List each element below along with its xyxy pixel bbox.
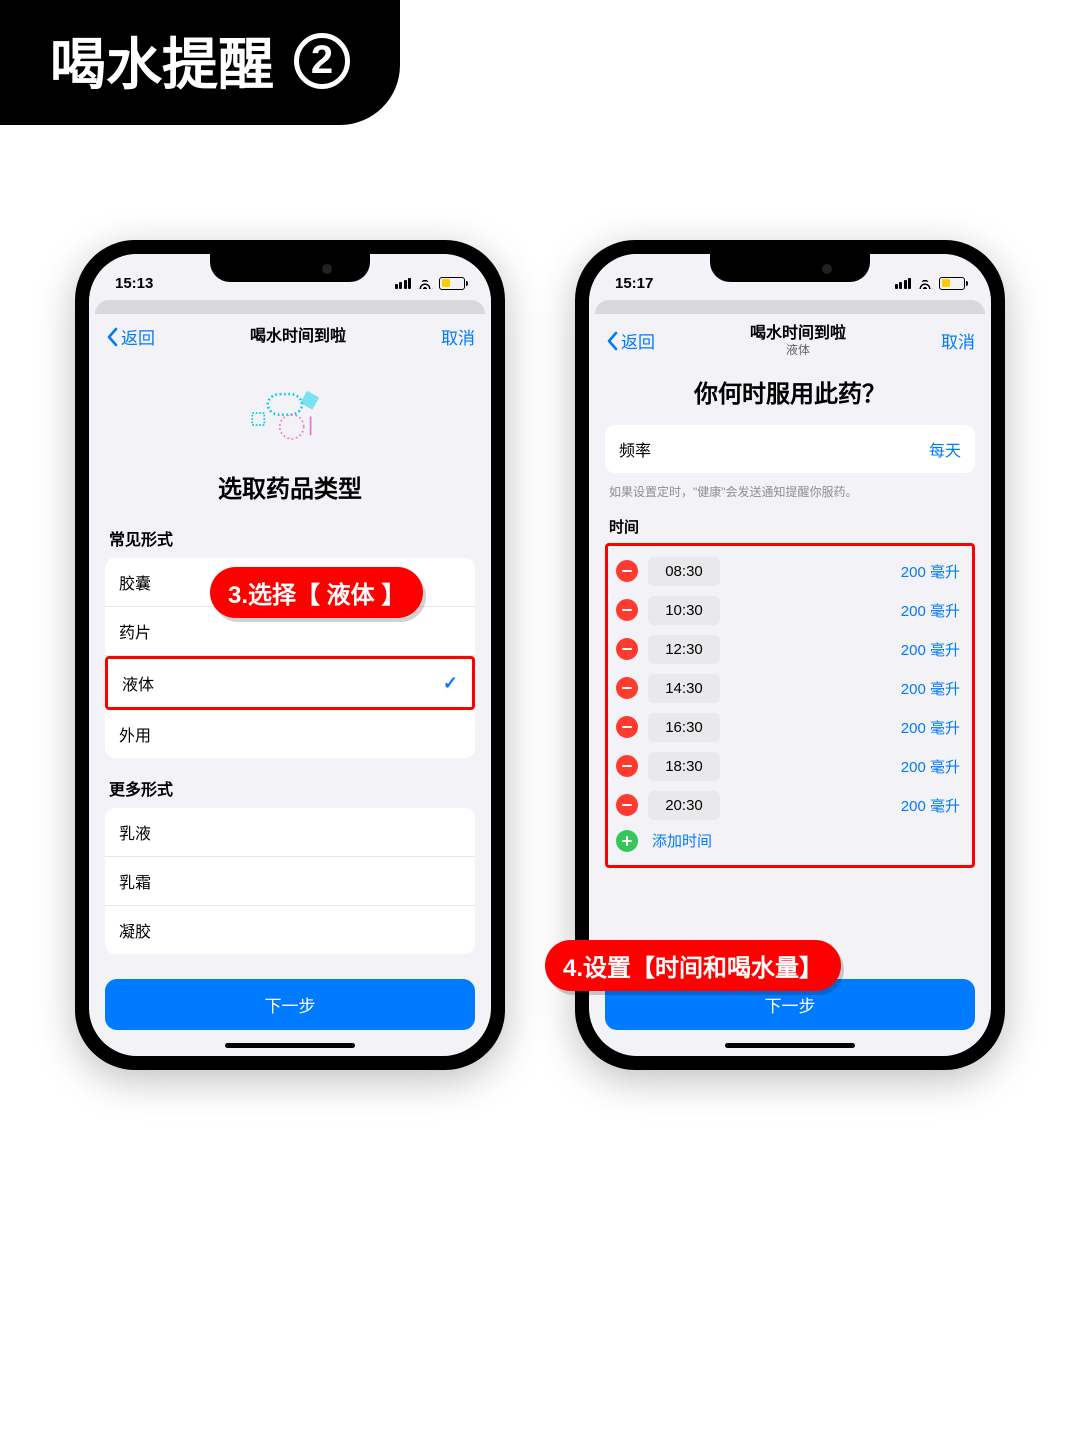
list-item[interactable]: 凝胶 bbox=[105, 906, 475, 954]
sheet-background-peek bbox=[595, 300, 985, 314]
list-item[interactable]: 乳霜 bbox=[105, 857, 475, 906]
wifi-icon bbox=[417, 277, 433, 289]
time-row: 10:30 200 毫升 bbox=[616, 591, 964, 630]
back-label: 返回 bbox=[621, 328, 655, 353]
dose-value[interactable]: 200 毫升 bbox=[901, 717, 960, 738]
next-button[interactable]: 下一步 bbox=[105, 979, 475, 1030]
time-row: 18:30 200 毫升 bbox=[616, 747, 964, 786]
delete-time-button[interactable] bbox=[616, 755, 638, 777]
dose-value[interactable]: 200 毫升 bbox=[901, 600, 960, 621]
time-value[interactable]: 12:30 bbox=[648, 635, 720, 664]
dose-value[interactable]: 200 毫升 bbox=[901, 795, 960, 816]
delete-time-button[interactable] bbox=[616, 794, 638, 816]
time-value[interactable]: 08:30 bbox=[648, 557, 720, 586]
delete-time-button[interactable] bbox=[616, 677, 638, 699]
page-title: 选取药品类型 bbox=[105, 469, 475, 504]
add-time-row[interactable]: 添加时间 bbox=[616, 825, 964, 857]
delete-time-button[interactable] bbox=[616, 560, 638, 582]
dose-value[interactable]: 200 毫升 bbox=[901, 561, 960, 582]
add-time-label: 添加时间 bbox=[648, 830, 712, 851]
list-item[interactable]: 乳液 bbox=[105, 808, 475, 857]
cancel-button[interactable]: 取消 bbox=[441, 324, 475, 349]
chevron-left-icon bbox=[105, 327, 119, 347]
section-label-common: 常见形式 bbox=[109, 526, 475, 550]
battery-icon bbox=[939, 277, 965, 290]
annotation-step-3: 3.选择【 液体 】 bbox=[210, 567, 423, 618]
banner-step-number: 2 bbox=[294, 33, 350, 89]
hint-text: 如果设置定时，"健康"会发送通知提醒你服药。 bbox=[609, 483, 971, 500]
time-value[interactable]: 20:30 bbox=[648, 791, 720, 820]
nav-bar: 返回 喝水时间到啦 液体 取消 bbox=[589, 314, 991, 368]
time-value[interactable]: 16:30 bbox=[648, 713, 720, 742]
banner-title: 喝水提醒 bbox=[50, 20, 274, 101]
nav-title: 喝水时间到啦 液体 bbox=[655, 324, 941, 358]
time-row: 14:30 200 毫升 bbox=[616, 669, 964, 708]
nav-subtitle: 液体 bbox=[655, 343, 941, 357]
chevron-left-icon bbox=[605, 331, 619, 351]
wifi-icon bbox=[917, 277, 933, 289]
list-item[interactable]: 外用 bbox=[105, 710, 475, 758]
section-label-more: 更多形式 bbox=[109, 776, 475, 800]
phone-mockup-left: 15:13 返回 喝水时间到啦 取消 bbox=[75, 240, 505, 1070]
checkmark-icon: ✓ bbox=[443, 673, 458, 694]
signal-icon bbox=[895, 278, 912, 289]
device-notch bbox=[710, 254, 870, 282]
frequency-label: 频率 bbox=[619, 437, 651, 461]
device-notch bbox=[210, 254, 370, 282]
delete-time-button[interactable] bbox=[616, 716, 638, 738]
home-indicator[interactable] bbox=[725, 1043, 855, 1048]
form-type-list-more: 乳液 乳霜 凝胶 bbox=[105, 808, 475, 954]
page-title: 你何时服用此药？ bbox=[605, 374, 975, 409]
dose-value[interactable]: 200 毫升 bbox=[901, 678, 960, 699]
back-label: 返回 bbox=[121, 324, 155, 349]
cancel-button[interactable]: 取消 bbox=[941, 328, 975, 353]
annotation-step-4: 4.设置【时间和喝水量】 bbox=[545, 940, 841, 991]
nav-title: 喝水时间到啦 bbox=[155, 327, 441, 346]
dose-value[interactable]: 200 毫升 bbox=[901, 639, 960, 660]
time-value[interactable]: 18:30 bbox=[648, 752, 720, 781]
status-time: 15:17 bbox=[615, 275, 653, 292]
signal-icon bbox=[395, 278, 412, 289]
time-value[interactable]: 10:30 bbox=[648, 596, 720, 625]
medication-illustration bbox=[105, 359, 475, 461]
time-list-highlight: 08:30 200 毫升 10:30 200 毫升 12:30 200 毫升 14:30 20… bbox=[605, 543, 975, 868]
time-row: 20:30 200 毫升 bbox=[616, 786, 964, 825]
frequency-value: 每天 bbox=[929, 437, 961, 461]
list-item-selected[interactable]: 液体 ✓ bbox=[105, 656, 475, 710]
back-button[interactable]: 返回 bbox=[105, 324, 155, 349]
time-row: 16:30 200 毫升 bbox=[616, 708, 964, 747]
nav-bar: 返回 喝水时间到啦 取消 bbox=[89, 314, 491, 359]
status-time: 15:13 bbox=[115, 275, 153, 292]
page-banner: 喝水提醒 2 bbox=[0, 0, 400, 125]
plus-icon[interactable] bbox=[616, 830, 638, 852]
delete-time-button[interactable] bbox=[616, 638, 638, 660]
sheet-background-peek bbox=[95, 300, 485, 314]
time-row: 12:30 200 毫升 bbox=[616, 630, 964, 669]
delete-time-button[interactable] bbox=[616, 599, 638, 621]
dose-value[interactable]: 200 毫升 bbox=[901, 756, 960, 777]
home-indicator[interactable] bbox=[225, 1043, 355, 1048]
time-section-label: 时间 bbox=[609, 516, 975, 537]
back-button[interactable]: 返回 bbox=[605, 328, 655, 353]
time-value[interactable]: 14:30 bbox=[648, 674, 720, 703]
battery-icon bbox=[439, 277, 465, 290]
frequency-row[interactable]: 频率 每天 bbox=[605, 425, 975, 473]
time-row: 08:30 200 毫升 bbox=[616, 552, 964, 591]
